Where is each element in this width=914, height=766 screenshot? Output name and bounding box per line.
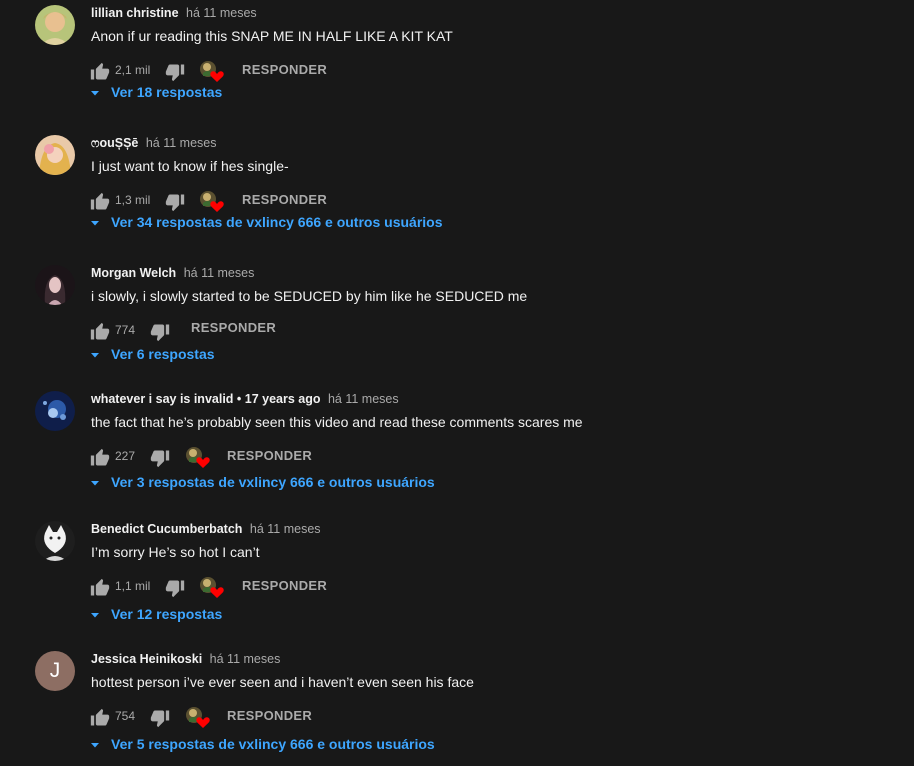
author-name[interactable]: Jessica Heinikoski xyxy=(91,652,202,666)
view-replies-label: Ver 3 respostas de vxlincy 666 e outros … xyxy=(111,474,435,490)
timestamp[interactable]: há 11 meses xyxy=(250,522,321,536)
dislike-button[interactable] xyxy=(165,62,185,82)
author-name[interactable]: lillian christine xyxy=(91,6,179,20)
comment-header: Morgan Welch há 11 meses xyxy=(91,266,254,280)
dislike-button[interactable] xyxy=(150,448,170,468)
like-button[interactable] xyxy=(90,448,110,468)
thumbs-down-icon xyxy=(165,578,185,598)
thumbs-up-icon xyxy=(90,448,110,468)
comment-header: ෆouȘȘē há 11 meses xyxy=(91,136,217,151)
like-button[interactable] xyxy=(90,578,110,598)
author-name[interactable]: whatever i say is invalid • 17 years ago xyxy=(91,392,321,406)
dislike-button[interactable] xyxy=(150,708,170,728)
view-replies-button[interactable]: Ver 3 respostas de vxlincy 666 e outros … xyxy=(89,474,435,494)
avatar[interactable] xyxy=(35,521,75,561)
thumbs-down-icon xyxy=(150,448,170,468)
dislike-button[interactable] xyxy=(165,578,185,598)
comment-header: Jessica Heinikoski há 11 meses xyxy=(91,652,280,666)
thumbs-up-icon xyxy=(90,578,110,598)
view-replies-button[interactable]: Ver 6 respostas xyxy=(89,346,215,366)
creator-heart-icon xyxy=(184,445,210,469)
comment-header: Benedict Cucumberbatch há 11 meses xyxy=(91,522,321,536)
view-replies-button[interactable]: Ver 18 respostas xyxy=(89,84,222,104)
comment: Morgan Welch há 11 meses i slowly, i slo… xyxy=(0,260,914,380)
thumbs-down-icon xyxy=(165,192,185,212)
comment-text: the fact that he’s probably seen this vi… xyxy=(91,414,583,430)
like-button[interactable] xyxy=(90,322,110,342)
caret-down-icon xyxy=(89,87,101,99)
caret-down-icon xyxy=(89,349,101,361)
like-count: 1,3 mil xyxy=(115,193,151,207)
author-name[interactable]: Morgan Welch xyxy=(91,266,176,280)
caret-down-icon xyxy=(89,477,101,489)
comment-header: whatever i say is invalid • 17 years ago… xyxy=(91,392,399,406)
caret-down-icon xyxy=(89,217,101,229)
reply-button[interactable]: RESPONDER xyxy=(227,708,312,723)
comment: Benedict Cucumberbatch há 11 meses I’m s… xyxy=(0,516,914,636)
view-replies-label: Ver 6 respostas xyxy=(111,346,215,362)
timestamp[interactable]: há 11 meses xyxy=(210,652,281,666)
thumbs-up-icon xyxy=(90,62,110,82)
dislike-button[interactable] xyxy=(165,192,185,212)
reply-button[interactable]: RESPONDER xyxy=(227,448,312,463)
comment: ෆouȘȘē há 11 meses I just want to know i… xyxy=(0,130,914,250)
caret-down-icon xyxy=(89,739,101,751)
thumbs-up-icon xyxy=(90,708,110,728)
view-replies-button[interactable]: Ver 5 respostas de vxlincy 666 e outros … xyxy=(89,736,435,756)
reply-button[interactable]: RESPONDER xyxy=(242,578,327,593)
reply-button[interactable]: RESPONDER xyxy=(191,320,276,335)
timestamp[interactable]: há 11 meses xyxy=(146,136,217,150)
creator-heart-icon xyxy=(198,575,224,599)
dislike-button[interactable] xyxy=(150,322,170,342)
like-button[interactable] xyxy=(90,62,110,82)
creator-heart-icon xyxy=(198,189,224,213)
like-button[interactable] xyxy=(90,708,110,728)
like-count: 1,1 mil xyxy=(115,579,151,593)
thumbs-up-icon xyxy=(90,322,110,342)
comment-text: Anon if ur reading this SNAP ME IN HALF … xyxy=(91,28,453,44)
thumbs-down-icon xyxy=(150,322,170,342)
comment: whatever i say is invalid • 17 years ago… xyxy=(0,386,914,506)
view-replies-label: Ver 34 respostas de vxlincy 666 e outros… xyxy=(111,214,443,230)
comment-text: i slowly, i slowly started to be SEDUCED… xyxy=(91,288,528,304)
comment: J Jessica Heinikoski há 11 meses hottest… xyxy=(0,646,914,766)
author-name[interactable]: Benedict Cucumberbatch xyxy=(91,522,242,536)
like-button[interactable] xyxy=(90,192,110,212)
view-replies-label: Ver 5 respostas de vxlincy 666 e outros … xyxy=(111,736,435,752)
comment-text: I’m sorry He’s so hot I can’t xyxy=(91,544,260,560)
creator-heart-icon xyxy=(184,705,210,729)
like-count: 227 xyxy=(115,449,136,463)
reply-button[interactable]: RESPONDER xyxy=(242,62,327,77)
thumbs-up-icon xyxy=(90,192,110,212)
view-replies-button[interactable]: Ver 12 respostas xyxy=(89,606,222,626)
author-name[interactable]: ෆouȘȘē xyxy=(91,136,138,150)
comment-header: lillian christine há 11 meses xyxy=(91,6,257,20)
comment-text: hottest person i’ve ever seen and i have… xyxy=(91,674,474,690)
like-count: 754 xyxy=(115,709,136,723)
timestamp[interactable]: há 11 meses xyxy=(328,392,399,406)
creator-heart-icon xyxy=(198,59,224,83)
thumbs-down-icon xyxy=(165,62,185,82)
avatar[interactable] xyxy=(35,265,75,305)
comment-text: I just want to know if hes single- xyxy=(91,158,289,174)
view-replies-label: Ver 12 respostas xyxy=(111,606,223,622)
avatar[interactable] xyxy=(35,5,75,45)
timestamp[interactable]: há 11 meses xyxy=(184,266,255,280)
like-count: 2,1 mil xyxy=(115,63,151,77)
avatar[interactable]: J xyxy=(35,651,75,691)
view-replies-label: Ver 18 respostas xyxy=(111,84,223,100)
comment: lillian christine há 11 meses Anon if ur… xyxy=(0,0,914,120)
avatar[interactable] xyxy=(35,391,75,431)
caret-down-icon xyxy=(89,609,101,621)
view-replies-button[interactable]: Ver 34 respostas de vxlincy 666 e outros… xyxy=(89,214,443,234)
timestamp[interactable]: há 11 meses xyxy=(186,6,257,20)
like-count: 774 xyxy=(115,323,136,337)
avatar[interactable] xyxy=(35,135,75,175)
reply-button[interactable]: RESPONDER xyxy=(242,192,327,207)
thumbs-down-icon xyxy=(150,708,170,728)
